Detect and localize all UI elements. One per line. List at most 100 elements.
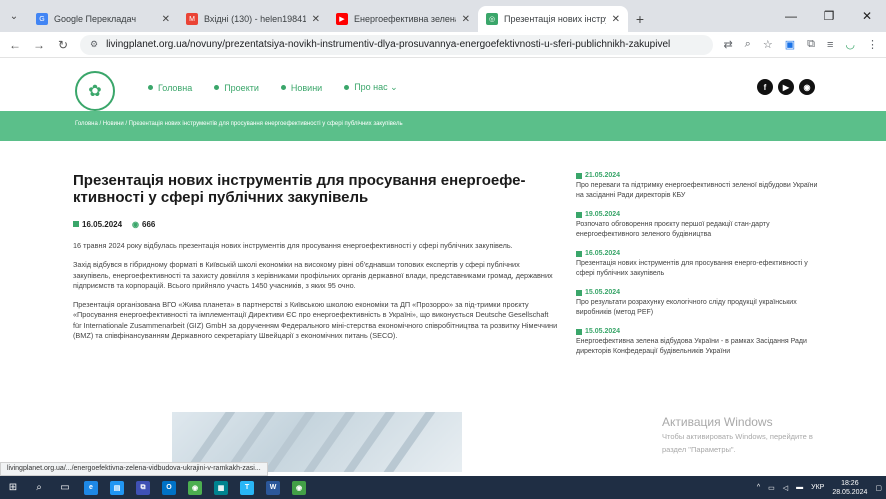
google-translate-icon: G [36,13,48,25]
instagram-icon[interactable]: ◉ [799,79,815,95]
close-window-icon[interactable]: ✕ [848,0,886,32]
article-views: ◉ 666 [132,220,156,229]
article-paragraph: Презентація організована ВГО «Жива плане… [73,300,558,341]
zoom-icon[interactable]: ⌕ [745,38,751,51]
search-icon[interactable]: ⌕ [26,476,52,499]
nav-item-about[interactable]: Про нас ⌄ [344,82,398,93]
taskbar-app-store[interactable]: ▤ [104,476,130,499]
taskbar-app-chrome-2[interactable]: ◉ [286,476,312,499]
youtube-social-icon[interactable]: ▶ [778,79,794,95]
nav-item-projects[interactable]: Проекти [214,82,259,93]
toolbar-actions: ⇄ ⌕ ☆ ▣ ⧉ ≡ ◡ ⋮ [723,38,878,51]
reading-list-icon[interactable]: ≡ [827,39,833,51]
list-item[interactable]: 16.05.2024 Презентація нових інструменті… [576,250,826,279]
article-meta: 16.05.2024 ◉ 666 [73,220,558,229]
status-bar-url: livingplanet.org.ua/.../energoefektivna-… [0,462,268,476]
calendar-icon [73,221,79,227]
volume-icon[interactable]: ◁ [783,484,788,492]
chrome-icon: ◉ [188,480,202,495]
nav-item-news[interactable]: Новини [280,82,322,93]
browser-tab-gmail[interactable]: M Вхідні (130) - helen1984111@gmail.com … [178,6,328,32]
tab-title: Презентація нових інструментів [504,14,606,24]
system-tray: ^ ▭ ◁ ▬ УКР 18:26 28.05.2024 ▢ [757,476,882,499]
news-link[interactable]: Про переваги та підтримку енергоефективн… [576,181,826,201]
outlook-icon: O [162,480,176,495]
browser-tab-translate[interactable]: G Google Перекладач ✕ [28,6,178,32]
forward-icon[interactable]: → [32,38,46,52]
breadcrumb-band: Головна / Новини / Презентація нових інс… [0,111,886,141]
browser-menu-icon[interactable]: ⋮ [867,38,878,51]
taskbar-app-edge[interactable]: e [78,476,104,499]
site-info-icon[interactable]: ⚙ [90,39,98,50]
browser-toolbar: ← → ↻ ⚙ livingplanet.org.ua/novuny/preze… [0,32,886,58]
breadcrumb[interactable]: Головна / Новини / Презентація нових інс… [75,121,403,127]
taskbar-app-chrome[interactable]: ◉ [182,476,208,499]
list-item[interactable]: 15.05.2024 Енергоефективна зелена відбуд… [576,328,826,357]
network-icon[interactable]: ▭ [768,484,775,492]
page-title: Презентація нових інструментів для просу… [73,172,526,206]
eye-icon: ◉ [132,220,140,229]
social-links: f ▶ ◉ [757,79,815,95]
close-tab-icon[interactable]: ✕ [162,14,170,25]
notifications-icon[interactable]: ▢ [875,484,882,492]
close-tab-icon[interactable]: ✕ [312,14,320,25]
browser-tab-active[interactable]: ◎ Презентація нових інструментів ✕ [478,6,628,32]
close-tab-icon[interactable]: ✕ [462,14,470,25]
battery-icon[interactable]: ▬ [796,484,803,491]
back-icon[interactable]: ← [8,38,22,52]
list-item[interactable]: 21.05.2024 Про переваги та підтримку ене… [576,172,826,201]
app-icon: ▦ [214,480,228,495]
nav-item-home[interactable]: Головна [148,82,192,93]
app-icon: ⧉ [136,480,150,495]
word-icon: W [266,480,280,495]
extension-icon[interactable]: ▣ [785,38,795,51]
translate-icon[interactable]: ⇄ [723,38,732,51]
gmail-icon: M [186,13,198,25]
new-tab-button[interactable]: + [628,6,652,32]
article-date: 16.05.2024 [73,220,122,229]
list-item[interactable]: 15.05.2024 Про результати розрахунку еко… [576,289,826,318]
profile-icon[interactable]: ◡ [845,38,855,51]
clock[interactable]: 18:26 28.05.2024 [832,479,867,497]
tray-chevron-icon[interactable]: ^ [757,484,760,491]
browser-tab-youtube[interactable]: ▶ Енергоефективна зелена відбудова ✕ [328,6,478,32]
taskbar-app-6[interactable]: ▦ [208,476,234,499]
browser-tabstrip: ⌄ G Google Перекладач ✕ M Вхідні (130) -… [0,0,886,32]
close-tab-icon[interactable]: ✕ [612,14,620,25]
start-button[interactable]: ⊞ [0,476,26,499]
bookmark-star-icon[interactable]: ☆ [763,38,773,51]
news-link[interactable]: Про результати розрахунку екологічного с… [576,298,826,318]
taskbar-app-telegram[interactable]: T [234,476,260,499]
task-view-icon[interactable]: ▭ [52,476,78,499]
article: Презентація нових інструментів для просу… [73,172,558,350]
taskbar-app-3[interactable]: ⧉ [130,476,156,499]
maximize-icon[interactable]: ❐ [810,0,848,32]
extensions-puzzle-icon[interactable]: ⧉ [807,38,815,51]
taskbar-app-outlook[interactable]: O [156,476,182,499]
minimize-icon[interactable]: — [772,0,810,32]
news-link[interactable]: Розпочато обговорення проєкту першої ред… [576,220,826,240]
url-text: livingplanet.org.ua/novuny/prezentatsiya… [106,39,671,50]
bullet-icon [148,85,153,90]
reload-icon[interactable]: ↻ [56,38,70,52]
calendar-icon [576,172,582,179]
taskbar-app-word[interactable]: W [260,476,286,499]
facebook-icon[interactable]: f [757,79,773,95]
list-item[interactable]: 19.05.2024 Розпочато обговорення проєкту… [576,211,826,240]
edge-icon: e [84,480,98,495]
bullet-icon [344,85,350,90]
news-link[interactable]: Енергоефективна зелена відбудова України… [576,337,826,357]
chrome-icon: ◉ [292,480,306,495]
main-navigation: Головна Проекти Новини Про нас ⌄ [148,82,398,93]
calendar-icon [576,250,582,257]
tab-search-icon[interactable]: ⌄ [0,0,28,32]
living-planet-logo[interactable]: ✿ [75,71,115,111]
livingplanet-icon: ◎ [486,13,498,25]
calendar-icon [576,211,582,218]
address-bar[interactable]: ⚙ livingplanet.org.ua/novuny/prezentatsi… [80,34,714,55]
tab-title: Вхідні (130) - helen1984111@gmail.com [204,14,306,24]
store-icon: ▤ [110,480,124,495]
news-link[interactable]: Презентація нових інструментів для просу… [576,259,826,279]
tab-title: Енергоефективна зелена відбудова [354,14,456,24]
language-indicator[interactable]: УКР [811,484,824,491]
